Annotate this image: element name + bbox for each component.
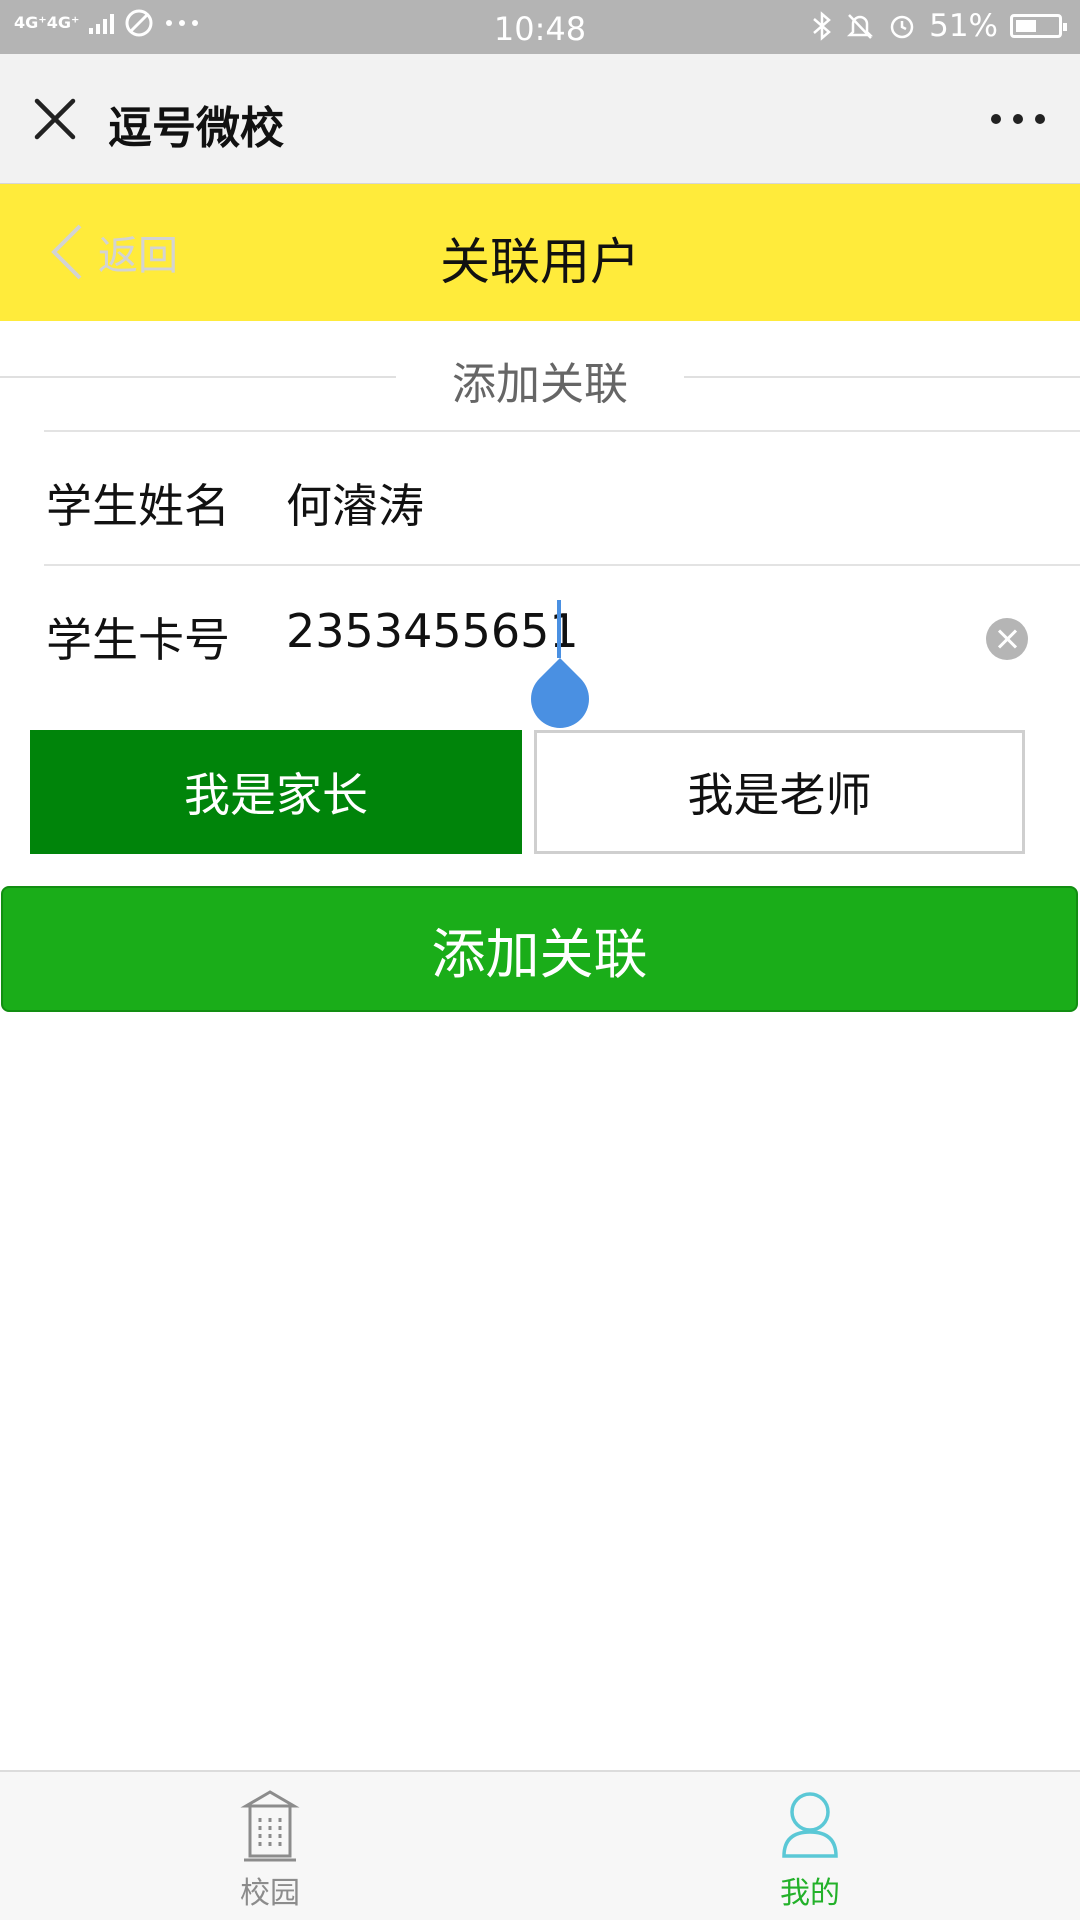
role-teacher-button[interactable]: 我是老师 [534, 730, 1025, 854]
battery-icon [1010, 14, 1067, 38]
user-icon [782, 1792, 838, 1858]
alarm-icon [890, 15, 914, 39]
student-name-row: 学生姓名 何濬涛 [44, 430, 1080, 564]
student-card-label: 学生卡号 [46, 613, 230, 667]
divider-line-right [684, 376, 1080, 378]
bell-muted-icon [847, 14, 874, 39]
page-title: 关联用户 [440, 233, 640, 291]
more-dots-icon[interactable] [978, 94, 1058, 144]
bottom-tab-bar: 校园 我的 [0, 1770, 1080, 1920]
battery-percent: 51% [929, 8, 998, 44]
section-divider: 添加关联 [0, 346, 1080, 410]
student-card-input[interactable]: 2353455651 [286, 604, 579, 658]
app-title: 逗号微校 [108, 103, 284, 154]
status-right: 51% [811, 8, 1067, 44]
role-parent-button[interactable]: 我是家长 [30, 730, 522, 854]
add-association-button[interactable]: 添加关联 [1, 886, 1078, 1012]
building-icon [240, 1790, 300, 1862]
close-icon[interactable] [28, 92, 82, 146]
tab-campus-label: 校园 [240, 1876, 300, 1911]
tab-mine[interactable]: 我的 [700, 1790, 920, 1911]
tab-mine-label: 我的 [780, 1876, 840, 1911]
student-name-label: 学生姓名 [46, 479, 230, 533]
clear-input-icon[interactable] [986, 618, 1028, 660]
section-title: 添加关联 [452, 359, 628, 410]
text-cursor [557, 600, 561, 658]
status-bar: 4G⁺4G⁺ 10:48 51% [0, 0, 1080, 54]
tab-campus[interactable]: 校园 [160, 1790, 380, 1911]
page-header: 返回 关联用户 [0, 184, 1080, 321]
bluetooth-icon [813, 11, 832, 41]
student-name-field[interactable]: 何濬涛 [286, 470, 424, 536]
title-bar: 逗号微校 [0, 54, 1080, 184]
